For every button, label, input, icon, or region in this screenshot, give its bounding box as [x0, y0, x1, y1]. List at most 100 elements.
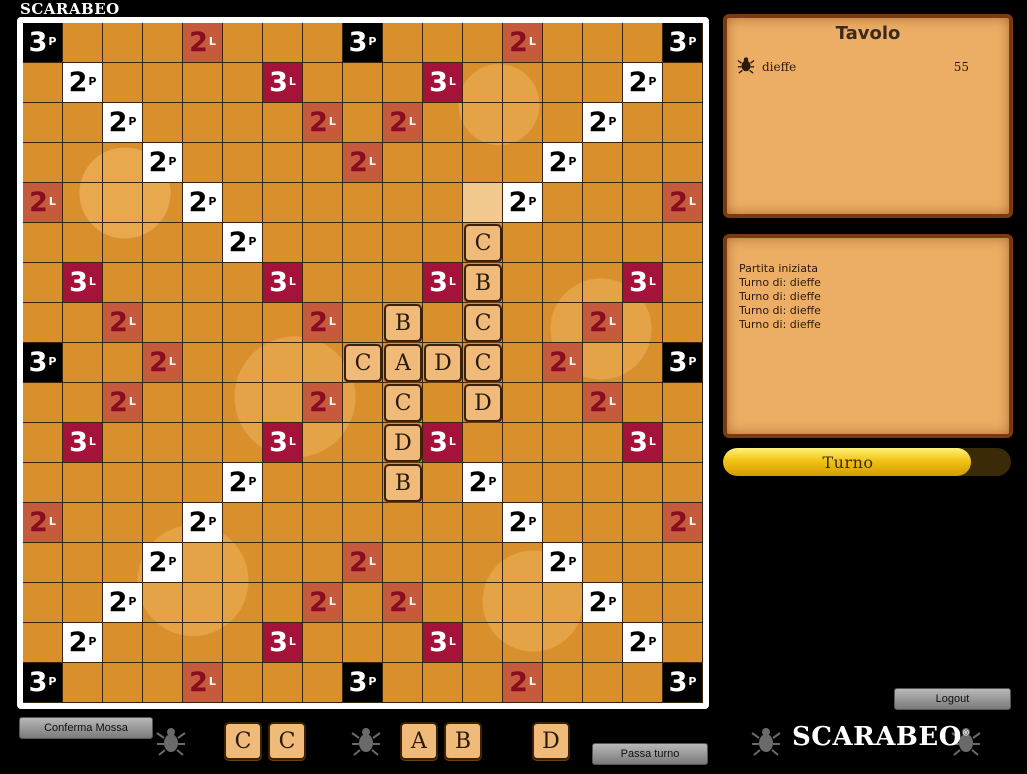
board-cell[interactable] [103, 503, 143, 543]
board-cell[interactable] [423, 143, 463, 183]
board-cell[interactable] [303, 463, 343, 503]
board-cell[interactable] [463, 63, 503, 103]
board-cell[interactable] [623, 583, 663, 623]
board-cell[interactable] [543, 263, 583, 303]
board-cell[interactable] [143, 423, 183, 463]
bonus-cell-2l[interactable]: 2L [23, 503, 62, 542]
board-cell[interactable] [263, 543, 303, 583]
board-cell[interactable] [103, 543, 143, 583]
board-cell[interactable] [543, 503, 583, 543]
bonus-cell-2p[interactable]: 2P [143, 543, 182, 582]
board-cell[interactable] [183, 263, 223, 303]
board-cell[interactable] [463, 503, 503, 543]
board-cell[interactable] [663, 63, 703, 103]
bonus-cell-3p[interactable]: 3P [663, 343, 702, 382]
board-cell[interactable] [423, 583, 463, 623]
board-cell[interactable] [503, 383, 543, 423]
board-cell[interactable] [63, 543, 103, 583]
board-cell[interactable] [103, 23, 143, 63]
bonus-cell-3l[interactable]: 3L [263, 623, 302, 662]
board-cell[interactable] [303, 23, 343, 63]
board-cell[interactable] [103, 423, 143, 463]
board-cell[interactable] [583, 503, 623, 543]
board-cell[interactable] [383, 183, 423, 223]
board-cell[interactable] [583, 183, 623, 223]
board-cell[interactable] [303, 623, 343, 663]
bonus-cell-2l[interactable]: 2L [583, 303, 622, 342]
board-cell[interactable] [623, 663, 663, 703]
board-cell[interactable] [223, 183, 263, 223]
board-cell[interactable] [143, 263, 183, 303]
board-cell[interactable] [263, 503, 303, 543]
board-cell[interactable] [623, 303, 663, 343]
bonus-cell-3p[interactable]: 3P [23, 343, 62, 382]
board-cell[interactable] [23, 423, 63, 463]
board-cell[interactable] [583, 543, 623, 583]
board-cell[interactable] [383, 663, 423, 703]
board-cell[interactable] [183, 223, 223, 263]
bonus-cell-2l[interactable]: 2L [343, 543, 382, 582]
board-cell[interactable] [623, 103, 663, 143]
board-cell[interactable] [23, 583, 63, 623]
confirm-move-button[interactable]: Conferma Mossa [19, 717, 153, 739]
board-cell[interactable] [143, 303, 183, 343]
bonus-cell-2p[interactable]: 2P [223, 223, 262, 262]
board-cell[interactable] [303, 263, 343, 303]
board-cell[interactable] [383, 223, 423, 263]
board-cell[interactable] [63, 383, 103, 423]
board-cell[interactable] [423, 663, 463, 703]
board-cell[interactable] [103, 463, 143, 503]
board-cell[interactable] [223, 263, 263, 303]
board-cell[interactable] [623, 183, 663, 223]
bonus-cell-2l[interactable]: 2L [183, 663, 222, 702]
pass-turn-button[interactable]: Passa turno [592, 743, 708, 765]
board-cell[interactable] [543, 103, 583, 143]
board-cell[interactable] [343, 423, 383, 463]
board-cell[interactable] [423, 503, 463, 543]
board-cell[interactable] [223, 103, 263, 143]
board-cell[interactable] [23, 303, 63, 343]
board-cell[interactable] [543, 183, 583, 223]
board-cell[interactable] [463, 543, 503, 583]
board-cell[interactable] [463, 103, 503, 143]
bonus-cell-2l[interactable]: 2L [23, 183, 62, 222]
board-cell[interactable] [303, 223, 343, 263]
bonus-cell-3p[interactable]: 3P [343, 663, 382, 702]
board-cell[interactable] [63, 583, 103, 623]
board-cell[interactable] [343, 63, 383, 103]
board-cell[interactable] [623, 143, 663, 183]
board-cell[interactable] [343, 583, 383, 623]
board-cell[interactable] [463, 143, 503, 183]
board-cell[interactable] [303, 143, 343, 183]
bonus-cell-2p[interactable]: 2P [63, 623, 102, 662]
bonus-cell-2l[interactable]: 2L [503, 663, 542, 702]
bonus-cell-2l[interactable]: 2L [343, 143, 382, 182]
board-cell[interactable] [503, 343, 543, 383]
board-cell[interactable] [423, 383, 463, 423]
board-cell[interactable] [343, 263, 383, 303]
board-cell[interactable] [383, 63, 423, 103]
board-cell[interactable] [183, 143, 223, 183]
board-cell[interactable] [23, 263, 63, 303]
bonus-cell-3p[interactable]: 3P [343, 23, 382, 62]
board-cell[interactable] [223, 383, 263, 423]
board-tile[interactable]: C [464, 304, 502, 342]
board-cell[interactable] [623, 223, 663, 263]
bonus-cell-2p[interactable]: 2P [103, 103, 142, 142]
rack-tile[interactable]: A [400, 722, 438, 760]
bonus-cell-3l[interactable]: 3L [263, 63, 302, 102]
bonus-cell-2l[interactable]: 2L [383, 583, 422, 622]
bonus-cell-2l[interactable]: 2L [303, 583, 342, 622]
bonus-cell-3l[interactable]: 3L [63, 263, 102, 302]
board-cell[interactable] [623, 23, 663, 63]
board-cell[interactable] [503, 63, 543, 103]
board-cell[interactable] [543, 383, 583, 423]
board-cell[interactable] [263, 383, 303, 423]
board-cell[interactable] [623, 383, 663, 423]
bonus-cell-3p[interactable]: 3P [663, 23, 702, 62]
board-cell[interactable] [63, 103, 103, 143]
bonus-cell-2l[interactable]: 2L [543, 343, 582, 382]
board-tile[interactable]: D [464, 384, 502, 422]
board-cell[interactable] [23, 103, 63, 143]
board-cell[interactable] [23, 143, 63, 183]
